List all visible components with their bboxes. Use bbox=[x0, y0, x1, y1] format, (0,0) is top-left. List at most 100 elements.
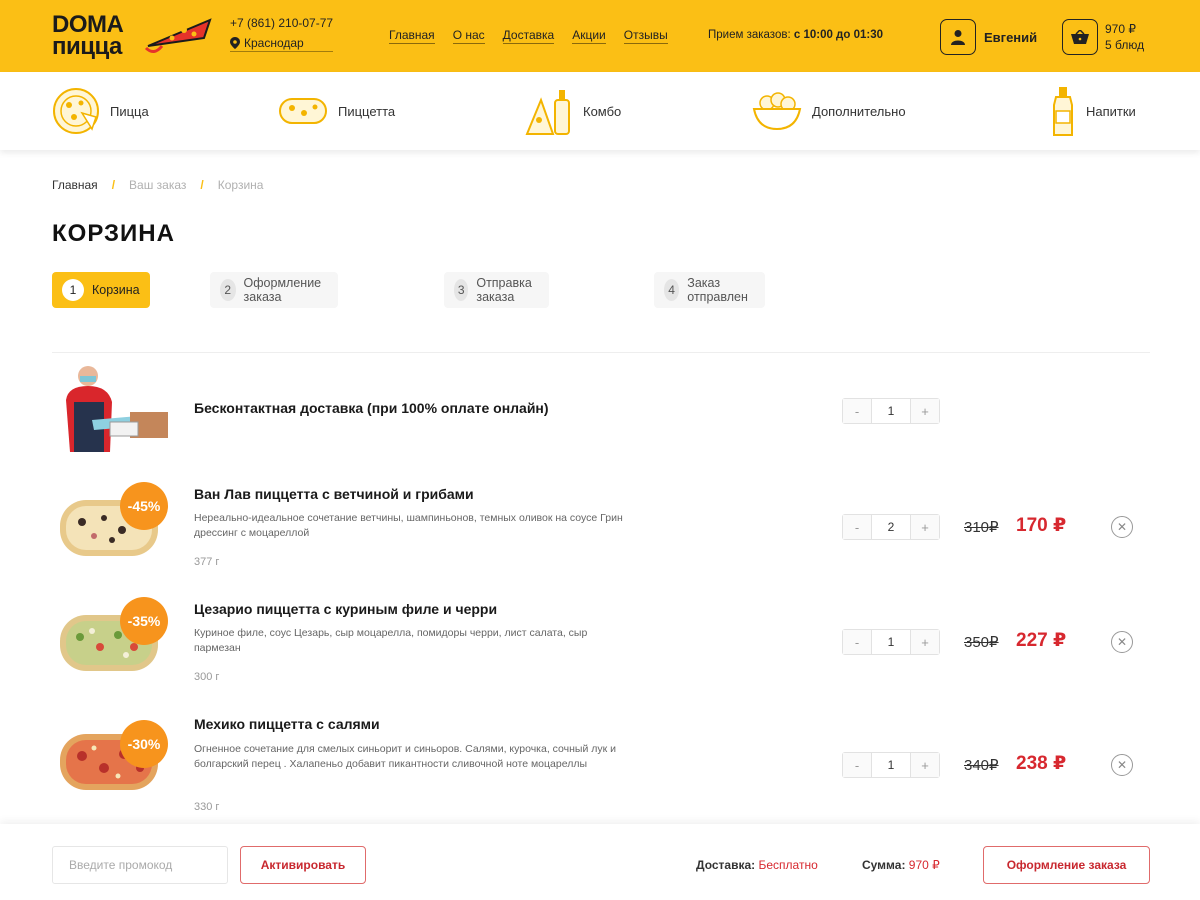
promo-code-input[interactable] bbox=[52, 846, 228, 884]
pizza-icon bbox=[53, 88, 99, 134]
user-icon bbox=[951, 30, 965, 45]
divider bbox=[52, 352, 1150, 353]
step-cart[interactable]: 1 Корзина bbox=[52, 272, 150, 308]
city-name: Краснодар bbox=[244, 36, 304, 50]
user-account[interactable]: Евгений bbox=[940, 19, 1037, 55]
contact-info: +7 (861) 210-07-77 Краснодар bbox=[230, 16, 334, 52]
qty-decrease-button[interactable]: - bbox=[843, 630, 871, 654]
close-icon: ✕ bbox=[1116, 758, 1128, 772]
step-sending[interactable]: 3 Отправка заказа bbox=[444, 272, 550, 308]
category-label: Напитки bbox=[1086, 103, 1136, 119]
breadcrumb-current: Корзина bbox=[217, 178, 264, 192]
basket-icon bbox=[1071, 30, 1089, 44]
step-sent[interactable]: 4 Заказ отправлен bbox=[654, 272, 765, 308]
cart-footer: Активировать Доставка: Бесплатно Сумма: … bbox=[0, 824, 1200, 900]
qty-decrease-button[interactable]: - bbox=[843, 753, 871, 777]
category-label: Пицца bbox=[110, 103, 149, 119]
nav-link-delivery[interactable]: Доставка bbox=[502, 28, 555, 44]
breadcrumb-separator: / bbox=[200, 178, 204, 192]
new-price: 238 ₽ bbox=[1016, 753, 1067, 774]
step-number: 4 bbox=[664, 279, 680, 301]
nav-link-about[interactable]: О нас bbox=[452, 28, 485, 44]
pizzetta-icon bbox=[279, 98, 327, 124]
courier-image bbox=[52, 362, 172, 452]
item-title: Мехико пиццетта с салями bbox=[194, 716, 380, 732]
new-price: 227 ₽ bbox=[1016, 630, 1067, 651]
category-label: Комбо bbox=[583, 103, 622, 119]
logo-text: DOMA пицца bbox=[52, 13, 124, 60]
qty-increase-button[interactable]: + bbox=[911, 630, 939, 654]
page-title: КОРЗИНА bbox=[52, 220, 175, 247]
qty-increase-button[interactable]: + bbox=[911, 753, 939, 777]
user-name: Евгений bbox=[984, 29, 1038, 45]
item-description: Огненное сочетание для смелых синьорит и… bbox=[194, 743, 616, 770]
new-price: 170 ₽ bbox=[1016, 515, 1067, 536]
close-icon: ✕ bbox=[1116, 520, 1128, 534]
qty-increase-button[interactable]: + bbox=[911, 515, 939, 539]
nav-link-promotions[interactable]: Акции bbox=[572, 28, 606, 44]
qty-value[interactable]: 1 bbox=[871, 399, 911, 423]
old-price: 310₽ bbox=[964, 519, 999, 536]
cart-total: 970 ₽ bbox=[1105, 22, 1136, 36]
category-combo[interactable]: Комбо bbox=[525, 82, 621, 140]
courier-illustration bbox=[52, 362, 172, 452]
category-extras[interactable]: Дополнительно bbox=[752, 82, 906, 140]
remove-item-button[interactable]: ✕ bbox=[1111, 516, 1133, 538]
item-title: Цезарио пиццетта с куриным филе и черри bbox=[194, 601, 498, 617]
combo-icon bbox=[525, 90, 570, 135]
step-label: Оформление заказа bbox=[243, 276, 322, 304]
category-label: Пиццетта bbox=[338, 103, 396, 119]
sum-value: 970 ₽ bbox=[908, 858, 940, 872]
quantity-stepper: - 1 + bbox=[842, 752, 940, 778]
checkout-button[interactable]: Оформление заказа bbox=[983, 846, 1150, 884]
quantity-stepper: - 1 + bbox=[842, 398, 940, 424]
pizza-slice-icon bbox=[144, 18, 212, 53]
delivery-label: Доставка: bbox=[696, 858, 756, 872]
sum-summary: Сумма: 970 ₽ bbox=[862, 858, 940, 872]
nav-link-home[interactable]: Главная bbox=[389, 28, 435, 44]
category-drinks[interactable]: Напитки bbox=[1050, 82, 1136, 140]
cart-info: 970 ₽ 5 блюд bbox=[1105, 21, 1144, 53]
qty-increase-button[interactable]: + bbox=[911, 399, 939, 423]
basket-icon-box bbox=[1062, 19, 1098, 55]
qty-decrease-button[interactable]: - bbox=[843, 399, 871, 423]
qty-value[interactable]: 1 bbox=[871, 753, 911, 777]
step-label: Корзина bbox=[92, 283, 140, 297]
qty-value[interactable]: 2 bbox=[871, 515, 911, 539]
item-weight: 377 г bbox=[194, 556, 220, 568]
activate-promo-button[interactable]: Активировать bbox=[240, 846, 366, 884]
cart-widget[interactable]: 970 ₽ 5 блюд bbox=[1062, 19, 1144, 55]
category-pizza[interactable]: Пицца bbox=[52, 82, 149, 140]
remove-item-button[interactable]: ✕ bbox=[1111, 631, 1133, 653]
logo[interactable]: DOMA пицца bbox=[52, 12, 217, 62]
phone-number[interactable]: +7 (861) 210-07-77 bbox=[230, 16, 333, 30]
old-price: 350₽ bbox=[964, 634, 999, 651]
qty-decrease-button[interactable]: - bbox=[843, 515, 871, 539]
item-title: Ван Лав пиццетта с ветчиной и грибами bbox=[194, 486, 474, 502]
step-number: 1 bbox=[62, 279, 84, 301]
qty-value[interactable]: 1 bbox=[871, 630, 911, 654]
category-pizzetta[interactable]: Пиццетта bbox=[278, 82, 395, 140]
breadcrumb: Главная / Ваш заказ / Корзина bbox=[52, 178, 263, 192]
user-icon-box bbox=[940, 19, 976, 55]
remove-item-button[interactable]: ✕ bbox=[1111, 754, 1133, 776]
logo-line-2: пицца bbox=[52, 33, 122, 60]
item-title: Бесконтактная доставка (при 100% оплате … bbox=[194, 400, 549, 416]
nav-link-reviews[interactable]: Отзывы bbox=[623, 28, 668, 44]
city-selector[interactable]: Краснодар bbox=[230, 36, 334, 52]
quantity-stepper: - 1 + bbox=[842, 629, 940, 655]
bottle-icon bbox=[1053, 87, 1073, 136]
breadcrumb-home[interactable]: Главная bbox=[52, 178, 98, 192]
item-weight: 330 г bbox=[194, 801, 220, 813]
hours-label: Прием заказов: bbox=[708, 29, 791, 41]
location-pin-icon bbox=[230, 37, 240, 49]
step-checkout[interactable]: 2 Оформление заказа bbox=[210, 272, 338, 308]
breadcrumb-separator: / bbox=[111, 178, 116, 192]
discount-badge: -45% bbox=[120, 482, 168, 530]
delivery-value: Бесплатно bbox=[758, 858, 818, 872]
discount-badge: -30% bbox=[120, 720, 168, 768]
sum-label: Сумма: bbox=[862, 858, 906, 872]
site-header: DOMA пицца +7 (861) 210-07-77 Краснодар … bbox=[0, 0, 1200, 72]
breadcrumb-order[interactable]: Ваш заказ bbox=[129, 178, 186, 192]
item-weight: 300 г bbox=[194, 671, 220, 683]
